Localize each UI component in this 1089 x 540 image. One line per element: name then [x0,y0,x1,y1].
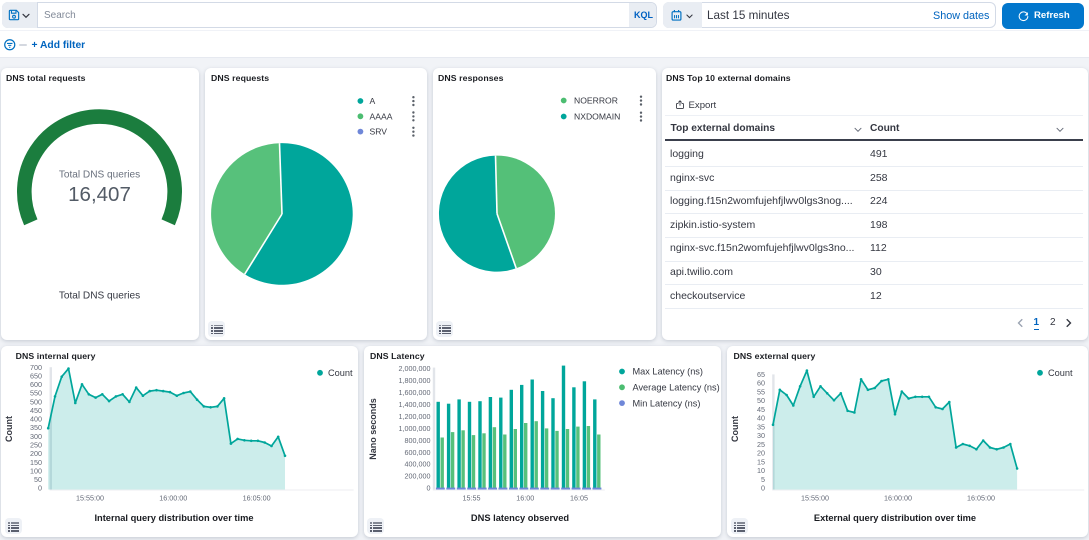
svg-text:150: 150 [30,457,42,466]
svg-text:Count: Count [328,368,353,378]
svg-text:Total DNS queries: Total DNS queries [59,170,140,181]
svg-text:45: 45 [757,405,765,414]
svg-text:600,000: 600,000 [404,447,430,456]
svg-text:50: 50 [34,475,42,484]
svg-text:1,600,000: 1,600,000 [398,387,430,396]
svg-text:1,200,000: 1,200,000 [398,411,430,420]
svg-text:200: 200 [30,449,42,458]
svg-text:Count: Count [730,416,740,442]
svg-text:100: 100 [30,466,42,475]
svg-text:15: 15 [757,457,765,466]
svg-text:35: 35 [757,422,765,431]
svg-text:25: 25 [757,440,765,449]
svg-text:0: 0 [426,483,430,492]
svg-text:SRV: SRV [370,127,388,137]
svg-text:16:00:00: 16:00:00 [884,493,912,502]
svg-text:AAAA: AAAA [370,111,393,121]
svg-text:Min Latency (ns): Min Latency (ns) [632,398,700,408]
svg-text:A: A [370,96,376,106]
svg-text:0: 0 [761,483,765,492]
svg-text:2,000,000: 2,000,000 [398,363,430,372]
svg-text:DNS latency observed: DNS latency observed [470,513,568,523]
svg-text:Count: Count [4,416,14,442]
svg-text:10: 10 [757,466,765,475]
svg-text:700: 700 [30,362,42,371]
svg-text:5: 5 [761,475,765,484]
svg-text:250: 250 [30,440,42,449]
svg-text:16:05: 16:05 [570,493,588,502]
svg-text:20: 20 [757,448,765,457]
svg-text:50: 50 [757,396,765,405]
svg-text:1,400,000: 1,400,000 [398,399,430,408]
svg-text:300: 300 [30,431,42,440]
svg-text:NOERROR: NOERROR [574,96,618,106]
svg-text:Nano seconds: Nano seconds [368,398,378,460]
svg-text:Average Latency (ns): Average Latency (ns) [632,382,719,392]
svg-text:16:05:00: 16:05:00 [967,493,995,502]
svg-text:15:55:00: 15:55:00 [801,493,829,502]
svg-text:650: 650 [30,371,42,380]
svg-text:1,000,000: 1,000,000 [398,423,430,432]
svg-text:16,407: 16,407 [68,183,131,206]
svg-text:External query distribution ov: External query distribution over time [814,513,976,523]
svg-text:Max Latency (ns): Max Latency (ns) [632,366,702,376]
svg-text:55: 55 [757,387,765,396]
svg-text:600: 600 [30,380,42,389]
svg-text:400: 400 [30,414,42,423]
svg-text:16:00: 16:00 [516,493,534,502]
svg-text:40: 40 [757,413,765,422]
svg-text:450: 450 [30,406,42,415]
svg-text:65: 65 [757,370,765,379]
svg-text:16:00:00: 16:00:00 [159,493,187,502]
svg-text:0: 0 [38,483,42,492]
svg-text:550: 550 [30,388,42,397]
svg-text:30: 30 [757,431,765,440]
svg-text:500: 500 [30,397,42,406]
svg-text:15:55:00: 15:55:00 [76,493,104,502]
svg-text:16:05:00: 16:05:00 [243,493,271,502]
svg-text:200,000: 200,000 [404,471,430,480]
svg-text:Count: Count [1048,368,1073,378]
svg-text:60: 60 [757,378,765,387]
svg-text:NXDOMAIN: NXDOMAIN [574,112,620,122]
svg-text:15:55: 15:55 [462,493,480,502]
svg-text:1,800,000: 1,800,000 [398,375,430,384]
svg-text:Total DNS queries: Total DNS queries [59,291,140,302]
svg-text:350: 350 [30,423,42,432]
svg-text:Internal query distribution ov: Internal query distribution over time [94,513,253,523]
svg-text:800,000: 800,000 [404,435,430,444]
svg-text:400,000: 400,000 [404,459,430,468]
